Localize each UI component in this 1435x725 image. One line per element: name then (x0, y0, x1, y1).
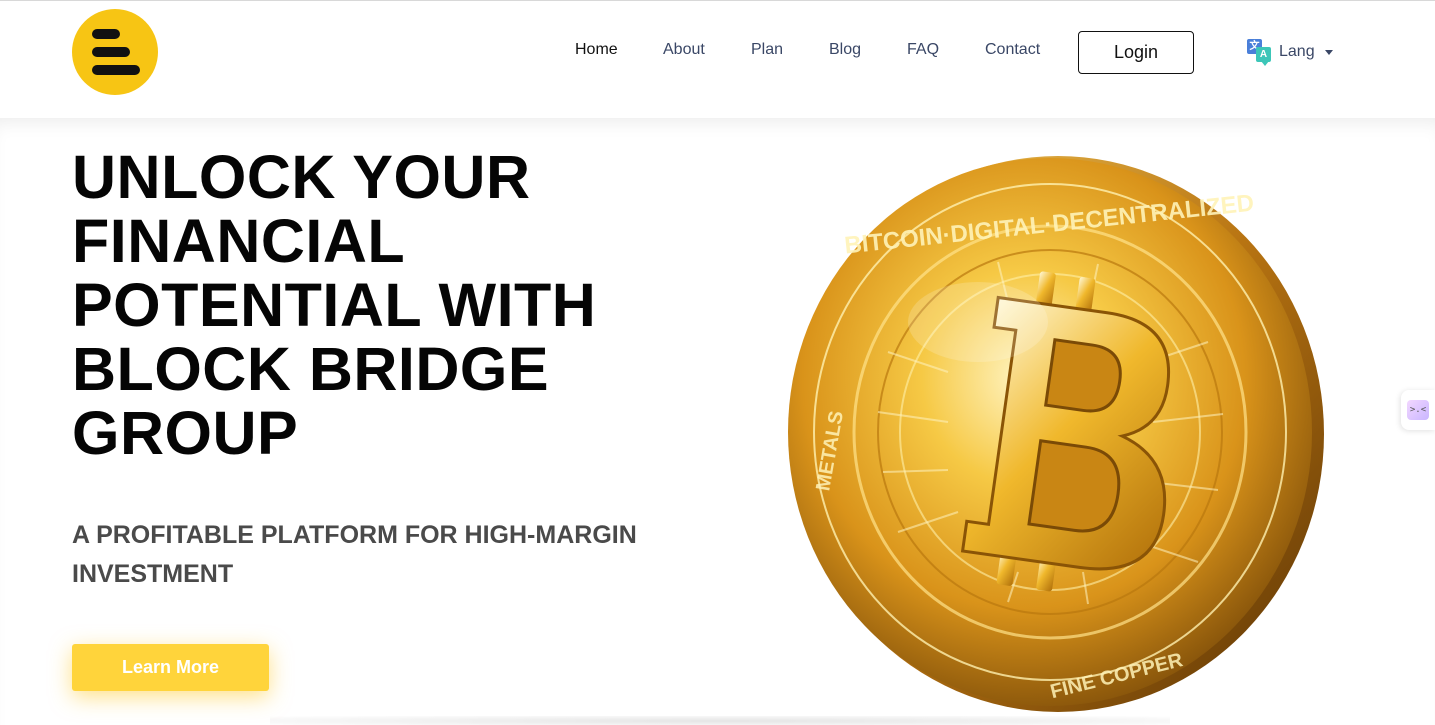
nav-about[interactable]: About (663, 41, 705, 59)
site-header: Home About Plan Blog FAQ Contact Login 文… (0, 1, 1435, 118)
caret-down-icon (1324, 49, 1333, 55)
logo-bar (92, 65, 140, 75)
nav-faq[interactable]: FAQ (907, 41, 939, 59)
widget-face-icon: >.< (1407, 400, 1429, 420)
learn-more-button[interactable]: Learn More (72, 644, 269, 691)
translate-icon: 文 A (1247, 39, 1271, 66)
hero-bottom-shadow (270, 716, 1170, 725)
bitcoin-coin-image: BITCOIN·DIGITAL·DECENTRALIZED METALS FIN… (788, 156, 1324, 712)
hero-headline: UNLOCK YOUR FINANCIAL POTENTIAL WITH BLO… (72, 143, 597, 467)
logo-bar (92, 47, 130, 57)
nav-plan[interactable]: Plan (751, 41, 783, 59)
logo-bar (92, 29, 120, 39)
nav-home[interactable]: Home (575, 41, 618, 59)
logo[interactable] (72, 9, 158, 95)
language-dropdown[interactable]: 文 A Lang (1247, 39, 1333, 66)
nav-contact[interactable]: Contact (985, 41, 1040, 59)
side-widget[interactable]: >.< (1401, 390, 1435, 430)
nav-blog[interactable]: Blog (829, 41, 861, 59)
hero-subheadline: A PROFITABLE PLATFORM FOR HIGH-MARGIN IN… (72, 521, 637, 588)
hero-section: UNLOCK YOUR FINANCIAL POTENTIAL WITH BLO… (0, 118, 1435, 725)
language-label: Lang (1279, 43, 1315, 60)
login-button[interactable]: Login (1078, 31, 1194, 74)
